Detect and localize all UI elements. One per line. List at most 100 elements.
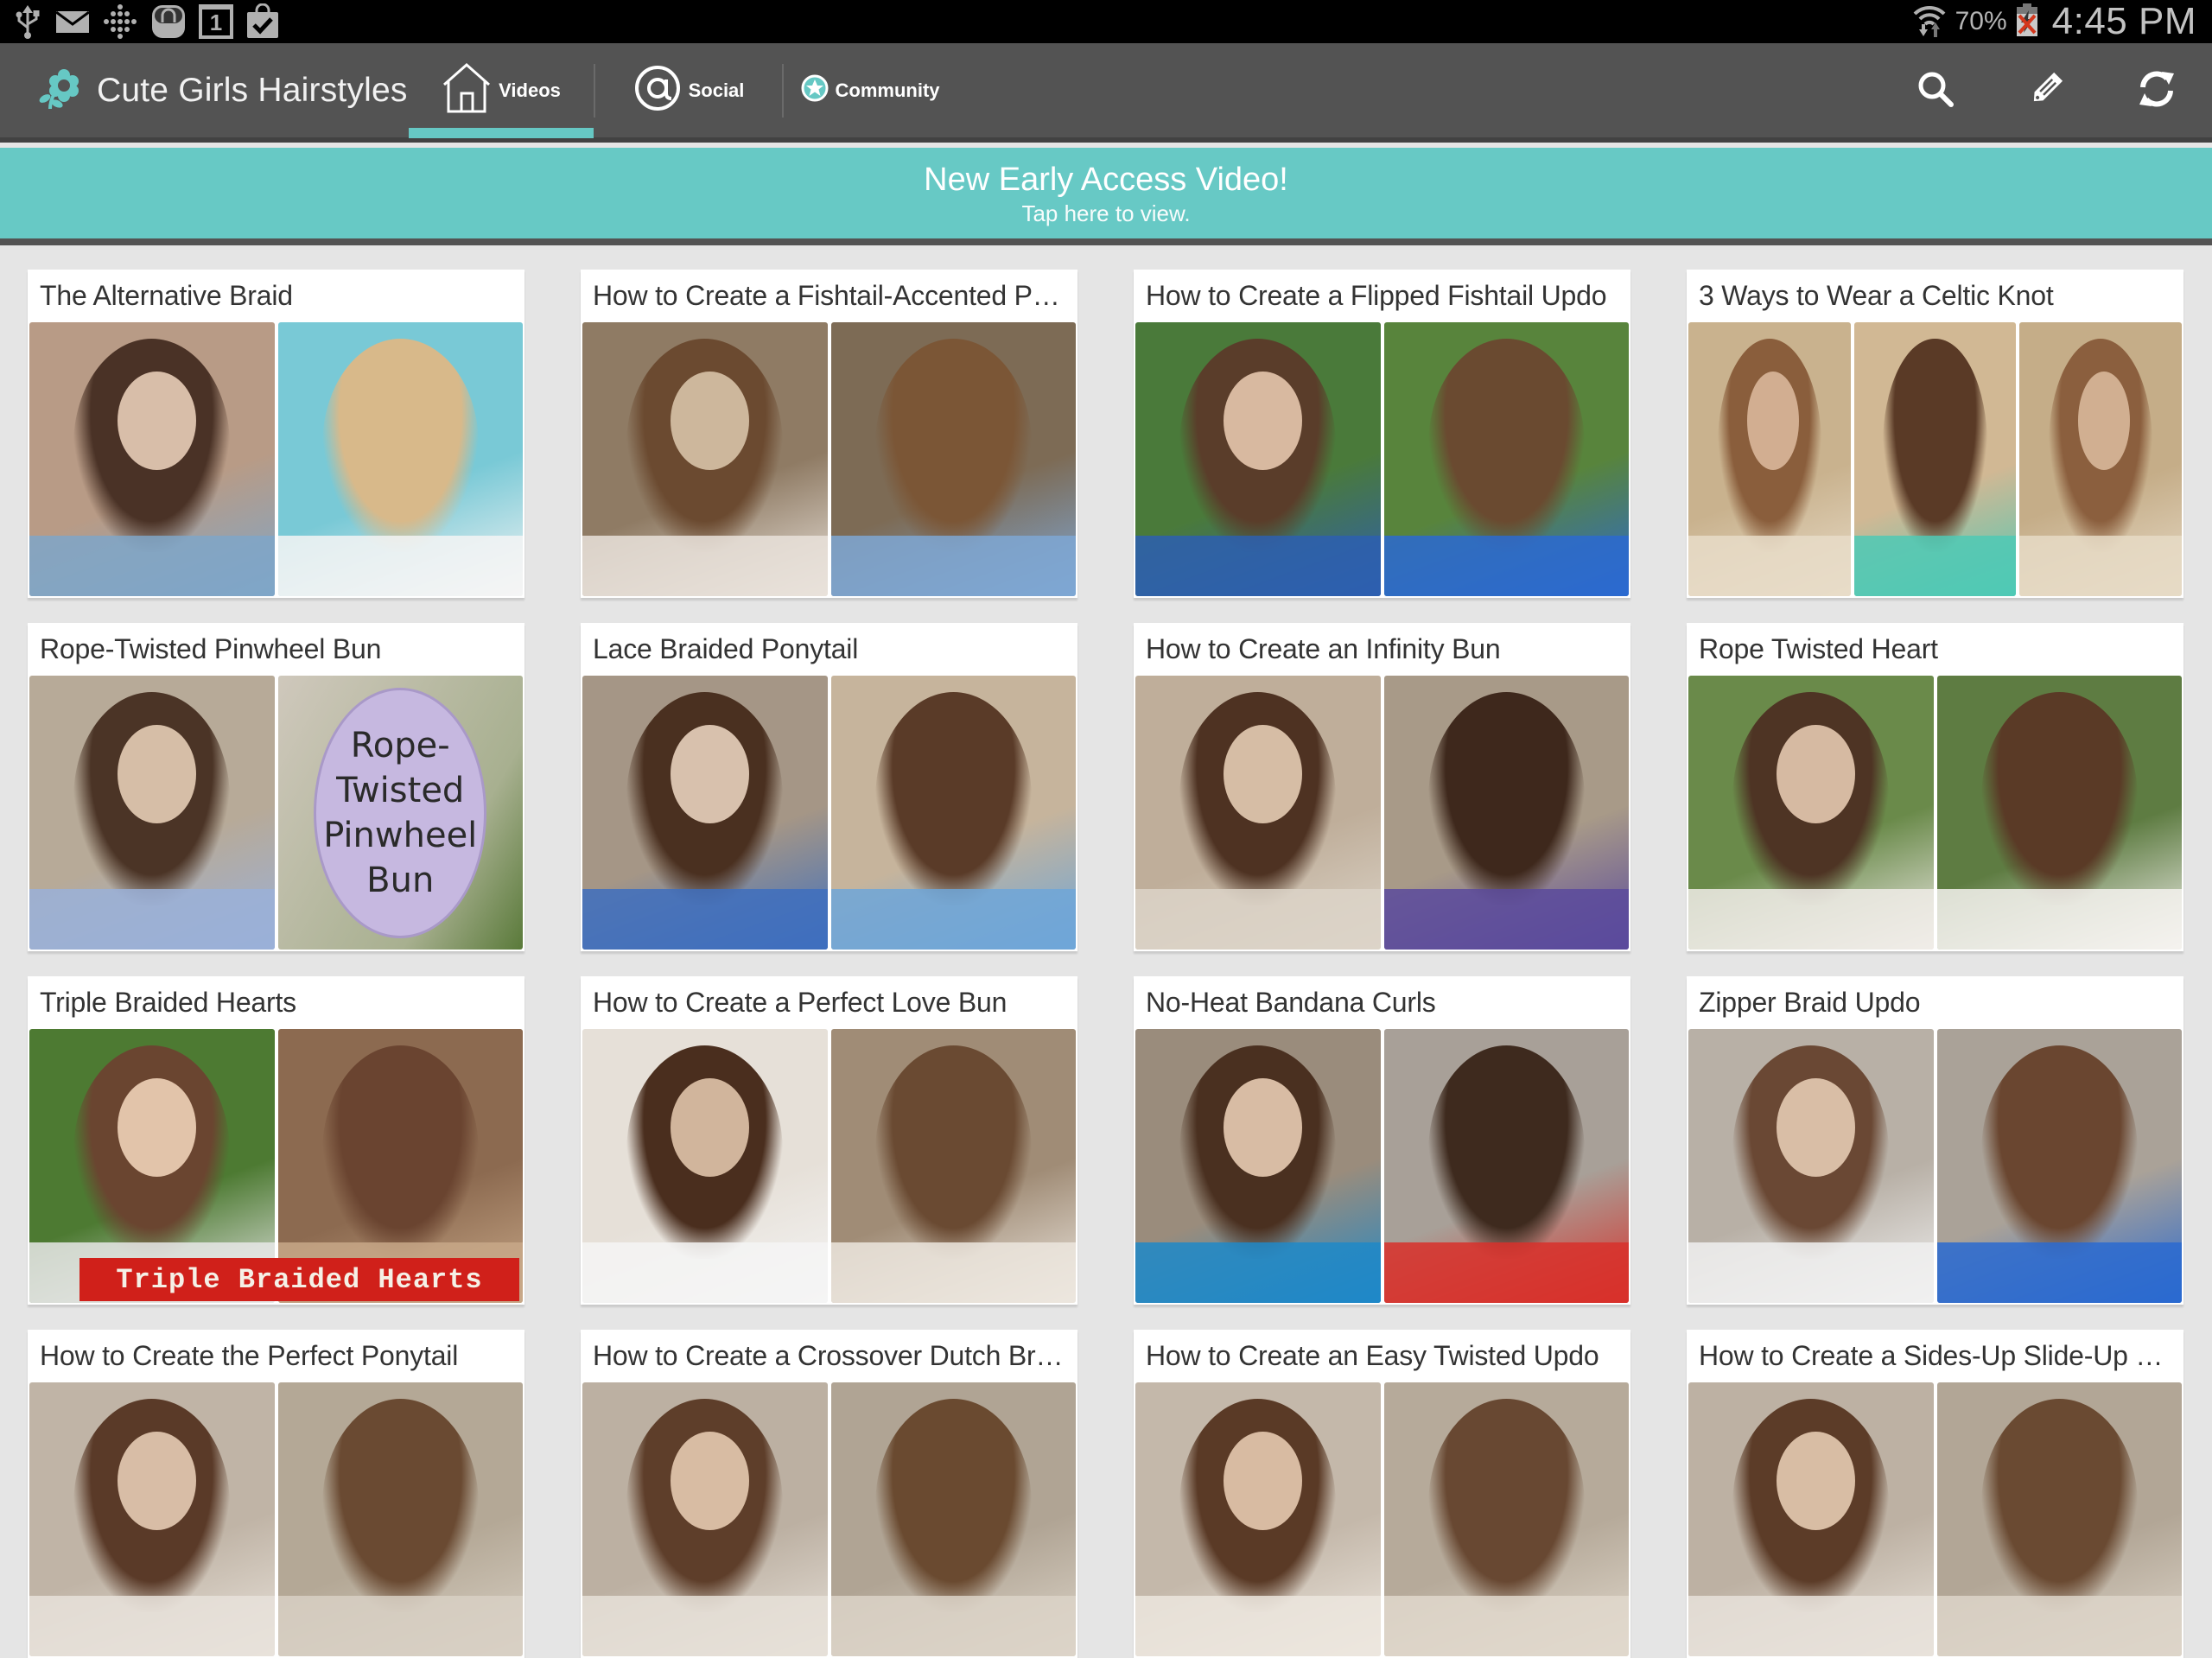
video-title: How to Create a Flipped Fishtail Updo: [1146, 280, 1607, 311]
video-thumbnail-image: [1135, 322, 1381, 596]
task-check-icon: [245, 3, 280, 40]
video-card[interactable]: How to Create a Crossover Dutch Braid: [581, 1330, 1077, 1658]
video-title: How to Create an Easy Twisted Updo: [1146, 1340, 1599, 1371]
video-card[interactable]: How to Create the Perfect Ponytail: [28, 1330, 524, 1658]
video-title: How to Create an Infinity Bun: [1146, 633, 1501, 664]
video-thumbnail-image: [1688, 1029, 1934, 1303]
video-card[interactable]: How to Create an Easy Twisted Updo: [1134, 1330, 1630, 1658]
video-thumbnail-image: [1688, 1382, 1934, 1656]
video-thumbnail-image: [582, 676, 828, 950]
tab-community-label: Community: [835, 79, 940, 101]
video-thumbnail-image: [830, 1382, 1076, 1656]
video-thumbnails: [1134, 1382, 1630, 1658]
notification-icons: 1: [12, 3, 280, 40]
video-card[interactable]: How to Create an Infinity Bun: [1134, 623, 1630, 951]
video-card[interactable]: How to Create a Flipped Fishtail Updo: [1134, 270, 1630, 598]
wifi-icon: [1912, 2, 1947, 42]
home-icon: [442, 62, 492, 119]
video-thumbnails: [1134, 676, 1630, 951]
video-title: Rope Twisted Heart: [1699, 633, 1938, 664]
tag-button[interactable]: [1991, 43, 2101, 138]
video-title: How to Create a Perfect Love Bun: [593, 987, 1007, 1018]
tab-videos[interactable]: Videos: [409, 43, 594, 138]
calendar-day: 1: [202, 10, 230, 35]
overlay-text-line: Pinwheel: [323, 815, 478, 855]
search-icon: [1916, 70, 1955, 112]
video-card[interactable]: The Alternative Braid: [28, 270, 524, 598]
calendar-icon: 1: [199, 4, 233, 39]
video-card[interactable]: No-Heat Bandana Curls: [1134, 976, 1630, 1305]
video-thumbnail-image: [29, 676, 275, 950]
video-card[interactable]: Triple Braided Hearts Triple Braided Hear…: [28, 976, 524, 1305]
battery-percent: 70%: [1955, 7, 2007, 35]
banner-subtitle: Tap here to view.: [1021, 200, 1191, 226]
thumbnail-banner-text: Triple Braided Hearts: [79, 1258, 519, 1301]
video-thumbnails: [581, 676, 1077, 951]
video-thumbnails: [1134, 1029, 1630, 1305]
video-thumbnail-image: [29, 322, 275, 596]
thumbnail-title-overlay: Rope- Twisted Pinwheel Bun: [314, 687, 487, 938]
video-title: Lace Braided Ponytail: [593, 633, 859, 664]
usb-icon: [12, 3, 43, 40]
overlay-text-line: Twisted: [336, 770, 465, 810]
video-title: Triple Braided Hearts: [40, 987, 296, 1018]
refresh-button[interactable]: [2101, 43, 2212, 138]
video-thumbnail-image: [1383, 1382, 1629, 1656]
video-thumbnails: [1687, 322, 2183, 598]
app-title: Cute Girls Hairstyles: [97, 72, 408, 109]
video-title: Zipper Braid Updo: [1699, 987, 1921, 1018]
video-card[interactable]: Rope-Twisted Pinwheel Bun Rope- Twisted Pin…: [28, 623, 524, 951]
star-badge-icon: [801, 74, 829, 107]
video-card[interactable]: 3 Ways to Wear a Celtic Knot: [1687, 270, 2183, 598]
video-thumbnails: [1134, 322, 1630, 598]
video-thumbnails: Triple Braided Hearts: [28, 1029, 524, 1305]
video-thumbnails: [581, 1382, 1077, 1658]
video-title: How to Create a Sides-Up Slide-Up H...: [1699, 1340, 2178, 1371]
video-thumbnails: [1687, 1029, 2183, 1305]
video-card[interactable]: How to Create a Sides-Up Slide-Up H...: [1687, 1330, 2183, 1658]
mail-icon: [55, 9, 90, 35]
search-button[interactable]: [1880, 43, 1991, 138]
video-thumbnails: [581, 1029, 1077, 1305]
video-thumbnail-image: [1135, 676, 1381, 950]
app-brand[interactable]: Cute Girls Hairstyles: [38, 43, 408, 138]
video-card[interactable]: Zipper Braid Updo: [1687, 976, 2183, 1305]
tag-icon: [2027, 70, 2065, 112]
at-sign-icon: [633, 64, 682, 118]
video-card[interactable]: Lace Braided Ponytail: [581, 623, 1077, 951]
video-thumbnail-image: [29, 1382, 275, 1656]
shopping-bag-icon: [150, 3, 187, 40]
video-card[interactable]: How to Create a Perfect Love Bun: [581, 976, 1077, 1305]
refresh-icon: [2136, 68, 2177, 114]
video-thumbnail-image: [1135, 1029, 1381, 1303]
video-thumbnail-image: [830, 676, 1076, 950]
action-buttons: [1880, 43, 2212, 138]
video-thumbnail-image: [1853, 322, 2017, 596]
video-card[interactable]: Rope Twisted Heart: [1687, 623, 2183, 951]
nav-tabs: Videos Social Community: [409, 43, 957, 138]
video-thumbnail-image: [1135, 1382, 1381, 1656]
video-thumbnail-image: [582, 1382, 828, 1656]
action-bar: Cute Girls Hairstyles Videos Social Comm…: [0, 43, 2212, 143]
video-title: The Alternative Braid: [40, 280, 293, 311]
video-thumbnails: [1687, 676, 2183, 951]
video-thumbnail-image: [830, 322, 1076, 596]
video-thumbnail-image: [2019, 322, 2183, 596]
video-thumbnail-image: [277, 1382, 523, 1656]
dots-grid-icon: [102, 3, 138, 40]
video-thumbnail-image: [1936, 1382, 2182, 1656]
early-access-banner[interactable]: New Early Access Video! Tap here to view…: [0, 148, 2212, 245]
overlay-text-line: Rope-: [350, 725, 450, 765]
tab-social-label: Social: [688, 79, 745, 101]
video-thumbnail-image: [1936, 1029, 2182, 1303]
video-thumbnails: [28, 1382, 524, 1658]
flower-logo-icon: [38, 67, 81, 115]
video-thumbnail-image: [582, 1029, 828, 1303]
video-card[interactable]: How to Create a Fishtail-Accented Po...: [581, 270, 1077, 598]
video-thumbnail-image: [1383, 322, 1629, 596]
video-title: No-Heat Bandana Curls: [1146, 987, 1436, 1018]
tab-community[interactable]: Community: [784, 43, 957, 138]
video-title: Rope-Twisted Pinwheel Bun: [40, 633, 382, 664]
video-grid: The Alternative Braid How to Create a Fis…: [28, 270, 2184, 1658]
tab-social[interactable]: Social: [595, 43, 782, 138]
